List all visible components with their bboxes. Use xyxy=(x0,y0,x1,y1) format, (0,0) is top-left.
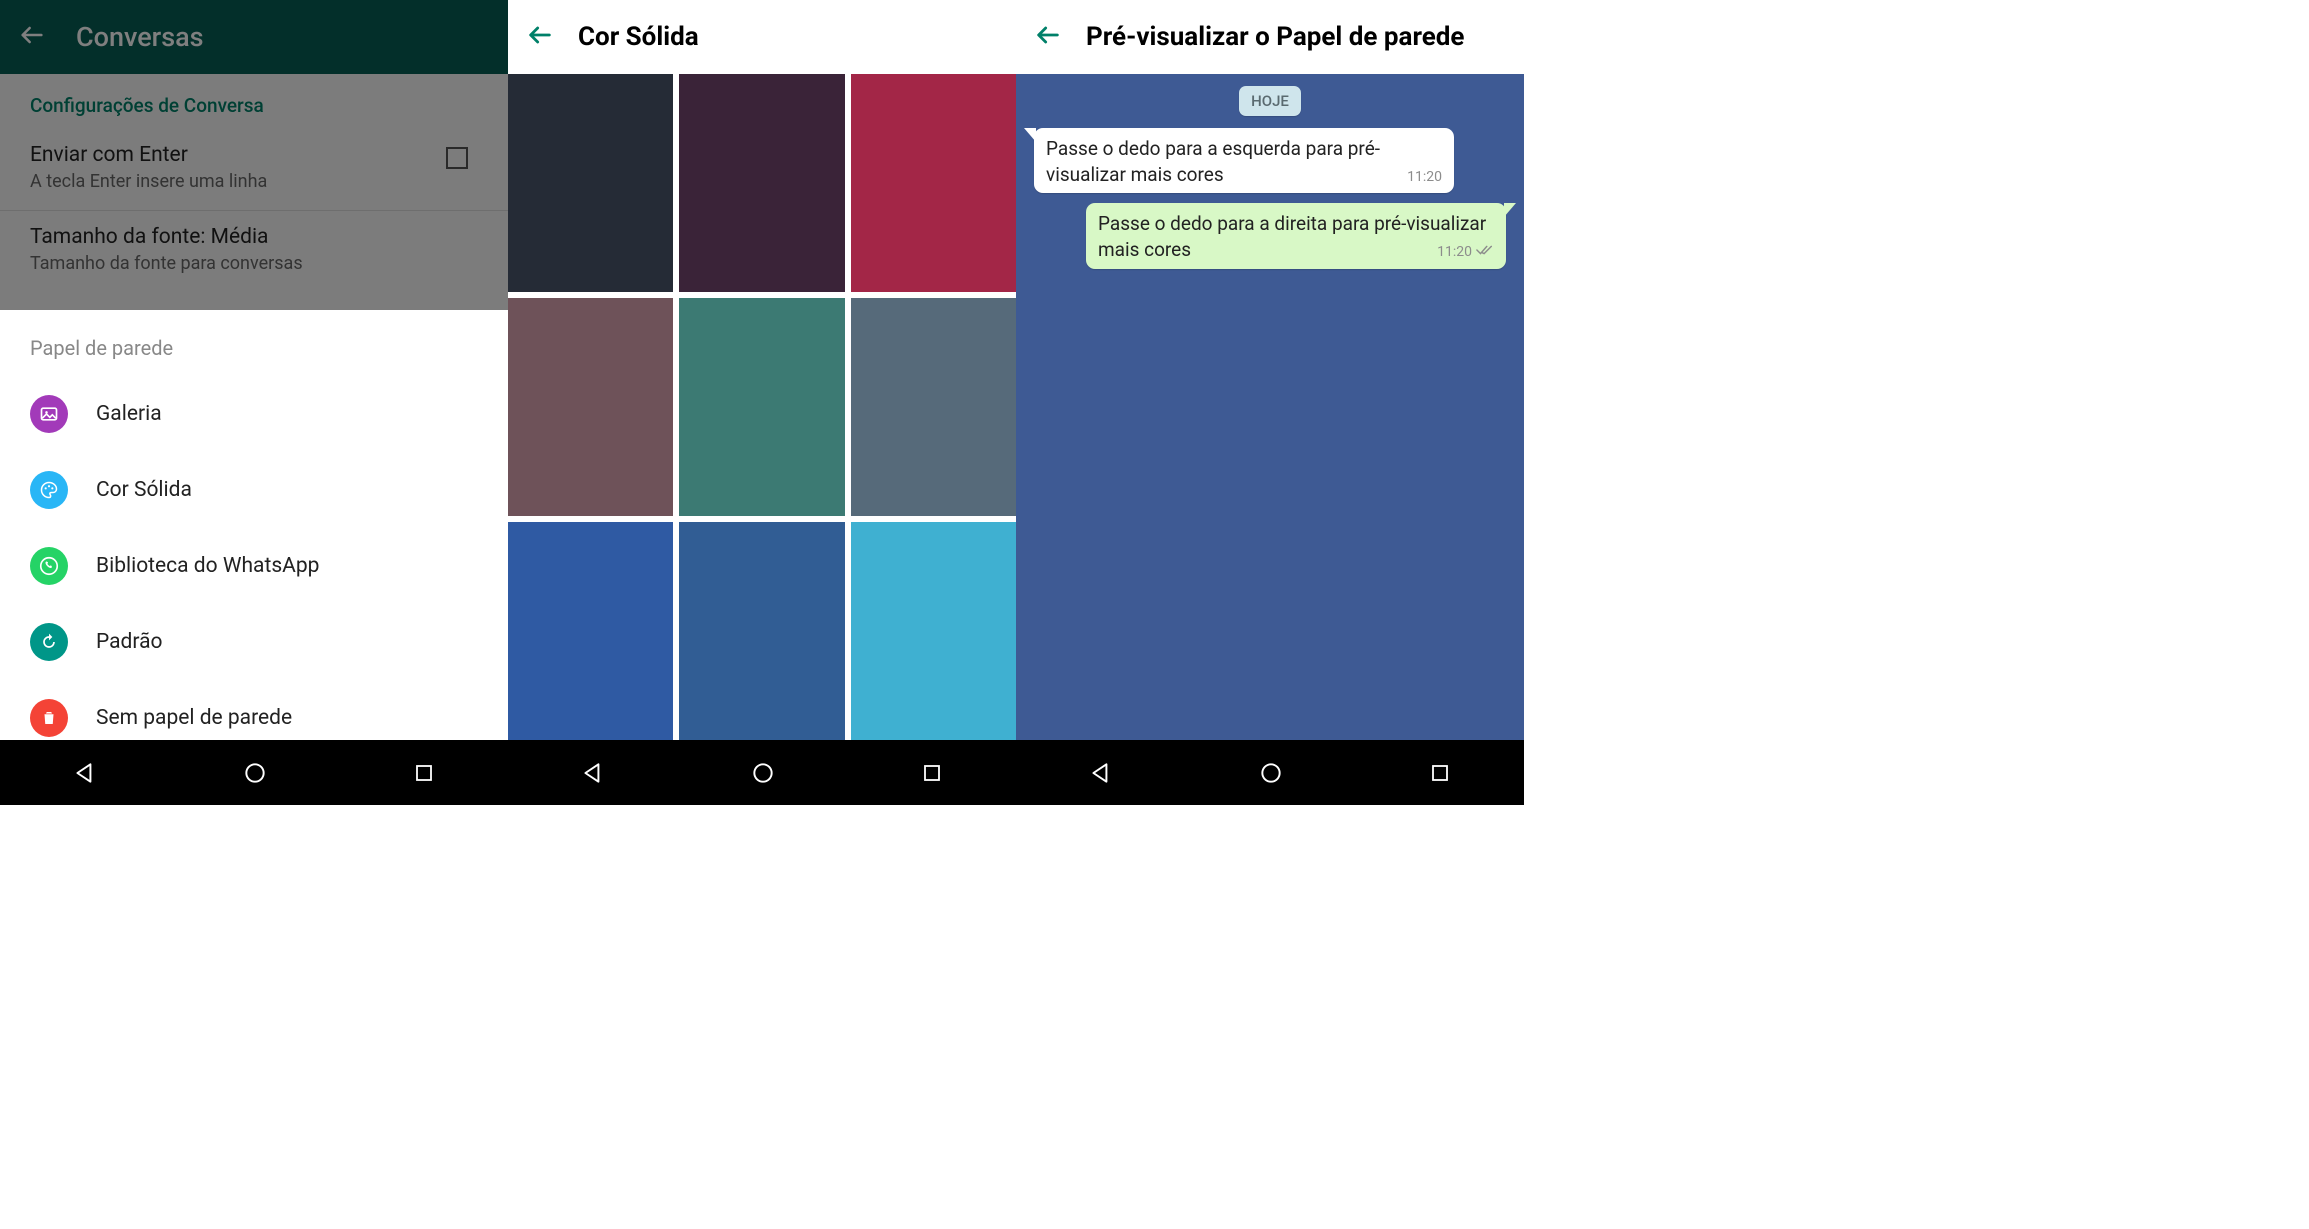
menu-item-galeria[interactable]: Galeria xyxy=(0,376,508,452)
chat-preview-area[interactable]: HOJE Passe o dedo para a esquerda para p… xyxy=(1016,74,1524,749)
color-swatch[interactable] xyxy=(679,298,844,516)
android-nav-bar xyxy=(1016,740,1524,805)
app-bar: Pré-visualizar o Papel de parede xyxy=(1016,0,1524,74)
android-nav-bar xyxy=(0,740,508,805)
menu-label: Sem papel de parede xyxy=(96,706,292,730)
nav-home-icon[interactable] xyxy=(1258,760,1284,786)
nav-back-icon[interactable] xyxy=(580,760,606,786)
dimmed-background-area: Conversas Configurações de Conversa Envi… xyxy=(0,0,508,310)
palette-icon xyxy=(30,471,68,509)
gallery-icon xyxy=(30,395,68,433)
page-title: Pré-visualizar o Papel de parede xyxy=(1086,22,1464,52)
color-swatch[interactable] xyxy=(508,522,673,740)
restore-icon xyxy=(30,623,68,661)
color-swatch[interactable] xyxy=(851,522,1016,740)
panel-preview: Pré-visualizar o Papel de parede HOJE Pa… xyxy=(1016,0,1524,805)
nav-home-icon[interactable] xyxy=(750,760,776,786)
menu-label: Cor Sólida xyxy=(96,478,192,502)
panel-cor-solida: Cor Sólida xyxy=(508,0,1016,805)
message-incoming: Passe o dedo para a esquerda para pré-vi… xyxy=(1034,128,1454,193)
sheet-title: Papel de parede xyxy=(0,320,508,376)
back-icon[interactable] xyxy=(526,21,554,53)
android-nav-bar xyxy=(508,740,1016,805)
message-outgoing: Passe o dedo para a direita para pré-vis… xyxy=(1086,203,1506,268)
color-swatch[interactable] xyxy=(679,522,844,740)
color-swatch[interactable] xyxy=(508,74,673,292)
menu-item-cor-solida[interactable]: Cor Sólida xyxy=(0,452,508,528)
page-title: Cor Sólida xyxy=(578,22,699,52)
date-badge: HOJE xyxy=(1239,86,1301,116)
message-text: Passe o dedo para a direita para pré-vis… xyxy=(1098,212,1486,261)
back-icon[interactable] xyxy=(1034,21,1062,53)
color-swatch[interactable] xyxy=(851,74,1016,292)
color-swatch[interactable] xyxy=(851,298,1016,516)
panel-conversas: Conversas Configurações de Conversa Envi… xyxy=(0,0,508,805)
dim-overlay xyxy=(0,0,508,310)
color-swatch[interactable] xyxy=(679,74,844,292)
nav-recents-icon[interactable] xyxy=(412,761,436,785)
menu-item-biblioteca[interactable]: Biblioteca do WhatsApp xyxy=(0,528,508,604)
nav-recents-icon[interactable] xyxy=(920,761,944,785)
nav-back-icon[interactable] xyxy=(1088,760,1114,786)
color-swatch[interactable] xyxy=(508,298,673,516)
message-time: 11:20 xyxy=(1437,243,1472,262)
message-text: Passe o dedo para a esquerda para pré-vi… xyxy=(1046,137,1380,186)
menu-label: Padrão xyxy=(96,630,163,654)
message-time: 11:20 xyxy=(1407,168,1442,187)
trash-icon xyxy=(30,699,68,737)
whatsapp-icon xyxy=(30,547,68,585)
nav-back-icon[interactable] xyxy=(72,760,98,786)
color-grid xyxy=(508,74,1016,805)
nav-home-icon[interactable] xyxy=(242,760,268,786)
menu-label: Biblioteca do WhatsApp xyxy=(96,554,319,578)
app-bar: Cor Sólida xyxy=(508,0,1016,74)
read-ticks-icon xyxy=(1476,243,1494,262)
menu-item-padrao[interactable]: Padrão xyxy=(0,604,508,680)
menu-label: Galeria xyxy=(96,402,162,426)
message-meta: 11:20 xyxy=(1437,243,1494,262)
nav-recents-icon[interactable] xyxy=(1428,761,1452,785)
